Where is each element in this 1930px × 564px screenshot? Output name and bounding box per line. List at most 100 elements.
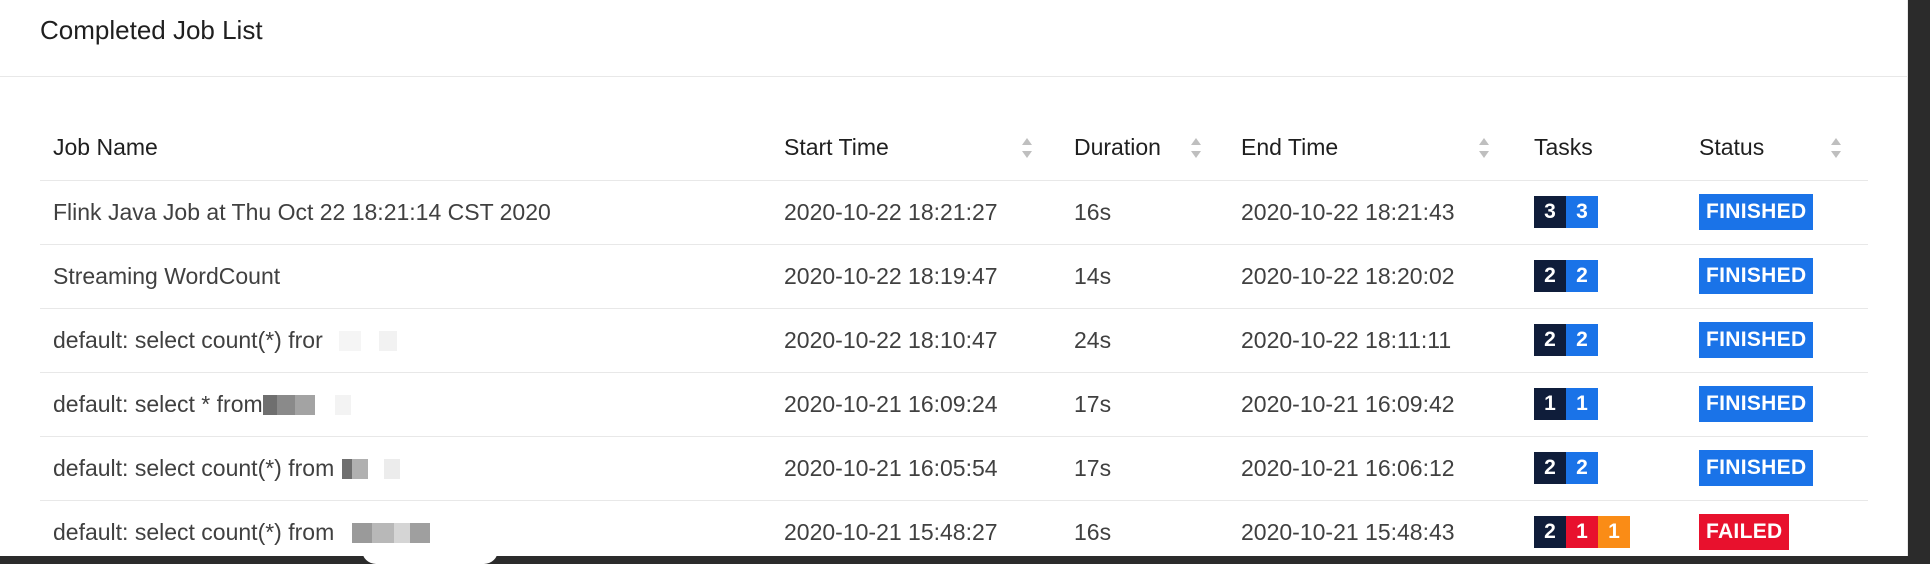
end-time-cell: 2020-10-21 16:06:12	[1228, 436, 1521, 501]
job-name: default: select count(*) from	[53, 518, 335, 545]
start-time-cell: 2020-10-21 16:09:24	[771, 372, 1061, 437]
card-title: Completed Job List	[40, 14, 263, 45]
task-count-badges: 22	[1534, 452, 1598, 484]
column-header-label: End Time	[1241, 134, 1339, 161]
completed-job-list-card: Completed Job List Job Name Start Time D…	[0, 0, 1908, 556]
task-count-badge: 2	[1566, 324, 1598, 356]
column-header-duration[interactable]: Duration	[1061, 116, 1228, 181]
column-header-label: Job Name	[53, 134, 158, 161]
duration-cell: 17s	[1061, 372, 1228, 437]
dock-notch	[362, 548, 498, 564]
job-name-cell[interactable]: default: select * from	[40, 372, 771, 437]
task-count-badges: 22	[1534, 324, 1598, 356]
redacted-text	[262, 395, 351, 416]
table-row[interactable]: default: select count(*) from 2020-10-21 …	[40, 500, 1868, 556]
task-count-badges: 211	[1534, 516, 1630, 548]
status-cell: FINISHED	[1686, 180, 1868, 245]
task-count-badge: 1	[1534, 388, 1566, 420]
sort-icon[interactable]	[1190, 136, 1202, 160]
window-edge	[1908, 0, 1930, 564]
tasks-cell: 33	[1521, 180, 1686, 245]
column-header-status[interactable]: Status	[1686, 116, 1868, 181]
job-name: Streaming WordCount	[53, 262, 281, 289]
status-cell: FINISHED	[1686, 372, 1868, 437]
end-time-cell: 2020-10-21 15:48:43	[1228, 500, 1521, 556]
table-header-row: Job Name Start Time Duration End Time Ta…	[40, 116, 1868, 181]
column-header-label: Start Time	[784, 134, 889, 161]
job-table-wrapper: Job Name Start Time Duration End Time Ta…	[40, 116, 1868, 556]
window-bottom-edge	[0, 556, 1930, 564]
redacted-text	[334, 459, 401, 480]
task-count-badges: 22	[1534, 260, 1598, 292]
sort-icon[interactable]	[1830, 136, 1842, 160]
job-name: default: select * from	[53, 390, 263, 417]
status-badge: FINISHED	[1699, 322, 1814, 358]
table-row[interactable]: Streaming WordCount 2020-10-22 18:19:47 14…	[40, 244, 1868, 309]
end-time-cell: 2020-10-22 18:11:11	[1228, 308, 1521, 373]
tasks-cell: 22	[1521, 308, 1686, 373]
job-name: default: select count(*) fror	[53, 326, 323, 353]
sort-icon[interactable]	[1478, 136, 1490, 160]
table-row[interactable]: default: select * from 2020-10-21 16:09:2…	[40, 372, 1868, 437]
job-name-cell[interactable]: Streaming WordCount	[40, 244, 771, 309]
job-name-cell[interactable]: default: select count(*) from	[40, 436, 771, 501]
column-header-label: Tasks	[1534, 134, 1593, 161]
task-count-badge: 1	[1566, 516, 1598, 548]
task-count-badge: 3	[1534, 196, 1566, 228]
task-count-badge: 2	[1534, 516, 1566, 548]
end-time-cell: 2020-10-22 18:21:43	[1228, 180, 1521, 245]
job-table-body: Flink Java Job at Thu Oct 22 18:21:14 CS…	[40, 180, 1868, 556]
task-count-badge: 1	[1566, 388, 1598, 420]
column-header-start-time[interactable]: Start Time	[771, 116, 1061, 181]
status-badge: FINISHED	[1699, 386, 1814, 422]
tasks-cell: 22	[1521, 244, 1686, 309]
task-count-badge: 2	[1566, 452, 1598, 484]
start-time-cell: 2020-10-21 16:05:54	[771, 436, 1061, 501]
status-badge: FINISHED	[1699, 450, 1814, 486]
duration-cell: 16s	[1061, 180, 1228, 245]
tasks-cell: 11	[1521, 372, 1686, 437]
duration-cell: 17s	[1061, 436, 1228, 501]
task-count-badges: 11	[1534, 388, 1598, 420]
sort-icon[interactable]	[1021, 136, 1033, 160]
column-header-label: Status	[1699, 134, 1765, 161]
tasks-cell: 211	[1521, 500, 1686, 556]
redacted-text	[322, 331, 397, 352]
task-count-badge: 2	[1566, 260, 1598, 292]
job-name-cell[interactable]: default: select count(*) fror	[40, 308, 771, 373]
end-time-cell: 2020-10-22 18:20:02	[1228, 244, 1521, 309]
duration-cell: 16s	[1061, 500, 1228, 556]
table-row[interactable]: default: select count(*) fror 2020-10-22 …	[40, 308, 1868, 373]
status-badge: FINISHED	[1699, 258, 1814, 294]
start-time-cell: 2020-10-22 18:21:27	[771, 180, 1061, 245]
status-cell: FINISHED	[1686, 308, 1868, 373]
task-count-badge: 2	[1534, 324, 1566, 356]
card-header: Completed Job List	[0, 0, 1907, 77]
job-table: Job Name Start Time Duration End Time Ta…	[40, 116, 1868, 556]
status-badge: FINISHED	[1699, 194, 1814, 230]
end-time-cell: 2020-10-21 16:09:42	[1228, 372, 1521, 437]
job-name: default: select count(*) from	[53, 454, 335, 481]
start-time-cell: 2020-10-22 18:10:47	[771, 308, 1061, 373]
status-cell: FINISHED	[1686, 244, 1868, 309]
task-count-badges: 33	[1534, 196, 1598, 228]
job-name: Flink Java Job at Thu Oct 22 18:21:14 CS…	[53, 198, 551, 225]
status-cell: FINISHED	[1686, 436, 1868, 501]
column-header-label: Duration	[1074, 134, 1161, 161]
task-count-badge: 2	[1534, 452, 1566, 484]
start-time-cell: 2020-10-21 15:48:27	[771, 500, 1061, 556]
start-time-cell: 2020-10-22 18:19:47	[771, 244, 1061, 309]
job-name-cell[interactable]: Flink Java Job at Thu Oct 22 18:21:14 CS…	[40, 180, 771, 245]
page: Completed Job List Job Name Start Time D…	[0, 0, 1930, 564]
task-count-badge: 1	[1598, 516, 1630, 548]
task-count-badge: 3	[1566, 196, 1598, 228]
status-cell: FAILED	[1686, 500, 1868, 556]
table-row[interactable]: default: select count(*) from 2020-10-21 …	[40, 436, 1868, 501]
table-row[interactable]: Flink Java Job at Thu Oct 22 18:21:14 CS…	[40, 180, 1868, 245]
column-header-tasks: Tasks	[1521, 116, 1686, 181]
tasks-cell: 22	[1521, 436, 1686, 501]
column-header-end-time[interactable]: End Time	[1228, 116, 1521, 181]
task-count-badge: 2	[1534, 260, 1566, 292]
duration-cell: 14s	[1061, 244, 1228, 309]
status-badge: FAILED	[1699, 514, 1790, 550]
